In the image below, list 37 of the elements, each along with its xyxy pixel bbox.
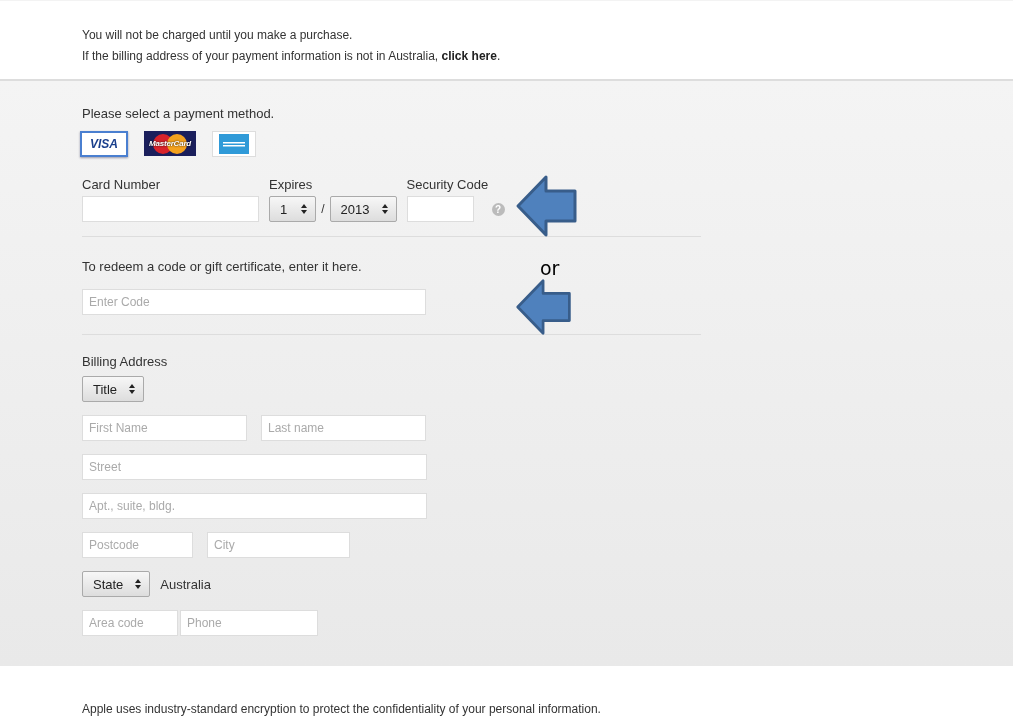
select-dropdown[interactable]: Title	[82, 376, 145, 402]
redeem-prompt: To redeem a code or gift certificate, enter it here.	[82, 259, 362, 274]
caret-icon	[135, 579, 142, 589]
date-separator: /	[321, 202, 325, 216]
select-dropdown[interactable]: State	[82, 571, 151, 597]
card-option[interactable]: MasterCard	[144, 131, 196, 156]
card-option[interactable]: VISA	[80, 131, 128, 157]
notice-text: You will not be charged until you make a purchase.	[82, 28, 354, 42]
security-code-field[interactable]	[406, 196, 474, 222]
field-label: Expires	[269, 177, 314, 192]
text-field[interactable]: First Name	[82, 415, 247, 441]
select-dropdown[interactable]: 1	[269, 196, 317, 222]
text-field[interactable]: Phone	[180, 610, 318, 636]
caret-icon	[129, 384, 136, 394]
card-number-field[interactable]	[82, 196, 259, 222]
code-field[interactable]: Enter Code	[82, 289, 426, 315]
left-arrow-icon	[515, 174, 579, 238]
left-arrow-icon	[515, 276, 573, 338]
text-field[interactable]: Street	[82, 454, 427, 480]
notice-text: If the billing address of your payment information is not in Australia, click here.	[82, 49, 502, 63]
text-field[interactable]: Last name	[261, 415, 426, 441]
click-here-link[interactable]: click here	[441, 49, 497, 63]
field-label: Card Number	[82, 177, 162, 192]
text-field[interactable]: Postcode	[82, 532, 193, 558]
select-dropdown[interactable]: 2013	[329, 196, 397, 222]
card-option[interactable]	[212, 131, 256, 157]
footer-text: Apple uses industry-standard encryption to protect the confidentiality of your personal information.	[82, 702, 602, 716]
section-title: Billing Address	[82, 354, 168, 369]
caret-icon	[301, 204, 308, 214]
text-field[interactable]: Area code	[82, 610, 178, 636]
text-field[interactable]: City	[207, 532, 350, 558]
country-text: Australia	[160, 576, 211, 592]
payment-prompt: Please select a payment method.	[82, 106, 275, 121]
field-label: Security Code	[406, 177, 490, 192]
text-field[interactable]: Apt., suite, bldg.	[82, 493, 427, 519]
annotation-text: or	[540, 257, 560, 279]
caret-icon	[381, 204, 388, 214]
